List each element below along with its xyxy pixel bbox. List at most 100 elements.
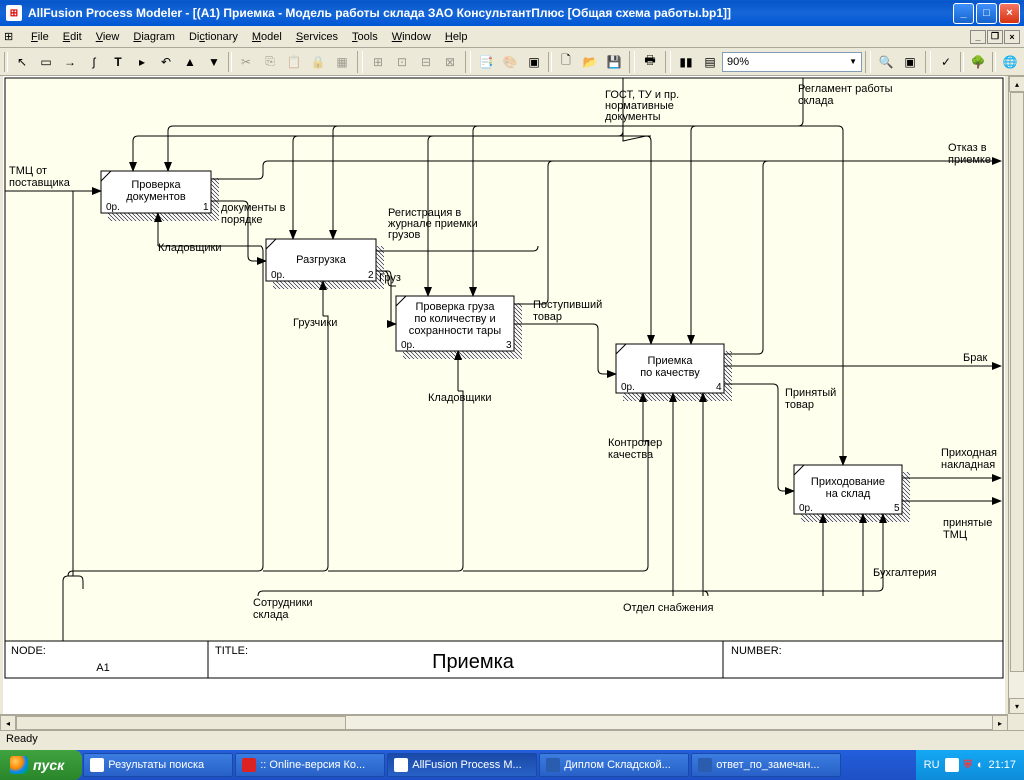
dictionary-button[interactable]: 📑 — [475, 51, 497, 73]
svg-text:товар: товар — [533, 311, 562, 323]
svg-text:Приемка: Приемка — [647, 355, 693, 367]
svg-text:Приходование: Приходование — [811, 476, 885, 488]
flag-button[interactable]: ▮▮ — [675, 51, 697, 73]
cut-button[interactable]: ✂ — [235, 51, 257, 73]
scroll-thumb-v[interactable] — [1010, 92, 1024, 672]
svg-text:Приходная: Приходная — [941, 447, 997, 459]
svg-text:порядке: порядке — [221, 214, 263, 226]
svg-text:Проверка: Проверка — [131, 179, 181, 191]
copy-button[interactable]: ⎘ — [259, 51, 281, 73]
statusbar: Ready — [0, 730, 1024, 750]
number-label: NUMBER: — [731, 645, 782, 657]
svg-text:Грузчики: Грузчики — [293, 317, 337, 329]
menu-window[interactable]: Window — [385, 29, 438, 45]
word-icon — [698, 758, 712, 772]
menu-file[interactable]: File — [24, 29, 56, 45]
tool-a[interactable]: ⊞ — [367, 51, 389, 73]
model-explorer-button[interactable]: 🌳 — [967, 51, 989, 73]
mdi-close-button[interactable]: × — [1004, 30, 1020, 44]
taskbar-item-2[interactable]: AllFusion Process M... — [387, 753, 537, 777]
taskbar-item-3[interactable]: Диплом Складской... — [539, 753, 689, 777]
new-button[interactable]: 🗋 — [555, 51, 577, 73]
svg-text:Кладовщики: Кладовщики — [428, 392, 491, 404]
paste-button[interactable]: 📋 — [283, 51, 305, 73]
menu-edit[interactable]: Edit — [56, 29, 89, 45]
svg-text:Отдел снабжения: Отдел снабжения — [623, 602, 713, 614]
start-button[interactable]: пуск — [0, 750, 82, 780]
scroll-down-button[interactable]: ▾ — [1009, 698, 1024, 714]
window-minimize-button[interactable]: _ — [953, 3, 974, 24]
task-icon — [90, 758, 104, 772]
report-button[interactable]: ▦ — [331, 51, 353, 73]
svg-text:поставщика: поставщика — [9, 177, 71, 189]
scroll-right-button[interactable]: ▸ — [992, 715, 1008, 730]
window-titlebar: ⊞ AllFusion Process Modeler - [(A1) Прие… — [0, 0, 1024, 26]
idef0-diagram[interactable]: NODE: A1 TITLE: Приемка NUMBER: Проверка… — [3, 76, 1005, 714]
svg-text:накладная: накладная — [941, 459, 995, 471]
mdi-minimize-button[interactable]: _ — [970, 30, 986, 44]
text-tool[interactable]: T — [107, 51, 129, 73]
taskbar-item-1[interactable]: :: Online-версия Ко... — [235, 753, 385, 777]
menu-view[interactable]: View — [89, 29, 127, 45]
svg-text:Сотрудники: Сотрудники — [253, 597, 313, 609]
tray-icon-2[interactable]: ◐ — [977, 759, 984, 771]
zoom-in-button[interactable]: 🔍 — [875, 51, 897, 73]
tray-icon[interactable] — [945, 758, 959, 772]
window-maximize-button[interactable]: □ — [976, 3, 997, 24]
horizontal-scrollbar[interactable]: ◂ ▸ — [0, 714, 1008, 730]
avira-icon[interactable]: ⛨ — [964, 759, 972, 772]
form-button[interactable]: ▤ — [699, 51, 721, 73]
svg-text:Отказ в: Отказ в — [948, 142, 987, 154]
go-down-tool[interactable]: ▼ — [203, 51, 225, 73]
lock-button[interactable]: 🔒 — [307, 51, 329, 73]
svg-text:0р.: 0р. — [271, 270, 285, 281]
tool-d[interactable]: ⊠ — [439, 51, 461, 73]
window-close-button[interactable]: × — [999, 3, 1020, 24]
svg-text:Регламент работы: Регламент работы — [798, 83, 893, 95]
clock[interactable]: 21:17 — [988, 759, 1016, 771]
palette-button[interactable]: 🎨 — [499, 51, 521, 73]
taskbar: пуск Результаты поиска :: Online-версия … — [0, 750, 1024, 780]
scroll-left-button[interactable]: ◂ — [0, 715, 16, 730]
svg-text:принятые: принятые — [943, 517, 992, 529]
system-tray[interactable]: RU ⛨ ◐ 21:17 — [916, 750, 1024, 780]
menu-dictionary[interactable]: Dictionary — [182, 29, 245, 45]
undo-tool[interactable]: ↶ — [155, 51, 177, 73]
tool-c[interactable]: ⊟ — [415, 51, 437, 73]
scroll-up-button[interactable]: ▴ — [1009, 76, 1024, 92]
svg-text:Принятый: Принятый — [785, 387, 836, 399]
mdi-restore-button[interactable]: ❐ — [987, 30, 1003, 44]
vertical-scrollbar[interactable]: ▴ ▾ — [1008, 76, 1024, 714]
svg-text:товар: товар — [785, 399, 814, 411]
box-tool[interactable]: ▭ — [35, 51, 57, 73]
menu-model[interactable]: Model — [245, 29, 289, 45]
squiggle-tool[interactable]: ʃ — [83, 51, 105, 73]
taskbar-item-4[interactable]: ответ_по_замечан... — [691, 753, 841, 777]
svg-text:3: 3 — [506, 340, 512, 351]
svg-text:по качеству: по качеству — [640, 367, 700, 379]
zoom-combo[interactable]: 90%▼ — [722, 52, 862, 72]
browser-button[interactable]: 🌐 — [999, 51, 1021, 73]
menu-help[interactable]: Help — [438, 29, 475, 45]
svg-text:склада: склада — [253, 609, 289, 621]
tool-b[interactable]: ⊡ — [391, 51, 413, 73]
menu-tools[interactable]: Tools — [345, 29, 385, 45]
zoom-fit-button[interactable]: ▣ — [899, 51, 921, 73]
open-button[interactable]: 📂 — [579, 51, 601, 73]
spellcheck-button[interactable]: ✓ — [935, 51, 957, 73]
go-up-tool[interactable]: ▲ — [179, 51, 201, 73]
tool-e[interactable]: ▣ — [523, 51, 545, 73]
language-indicator[interactable]: RU — [924, 759, 940, 771]
menubar: ⊞ File Edit View Diagram Dictionary Mode… — [0, 26, 1024, 48]
menu-services[interactable]: Services — [289, 29, 345, 45]
save-button[interactable]: 💾 — [603, 51, 625, 73]
taskbar-item-0[interactable]: Результаты поиска — [83, 753, 233, 777]
scroll-thumb-h[interactable] — [16, 716, 346, 730]
menu-diagram[interactable]: Diagram — [126, 29, 182, 45]
arrow-tool[interactable]: → — [59, 51, 81, 73]
print-button[interactable]: 🖶 — [639, 51, 661, 73]
svg-text:склада: склада — [798, 95, 834, 107]
goto-parent-tool[interactable]: ▸ — [131, 51, 153, 73]
title-value: Приемка — [432, 651, 515, 673]
pointer-tool[interactable]: ↖ — [11, 51, 33, 73]
